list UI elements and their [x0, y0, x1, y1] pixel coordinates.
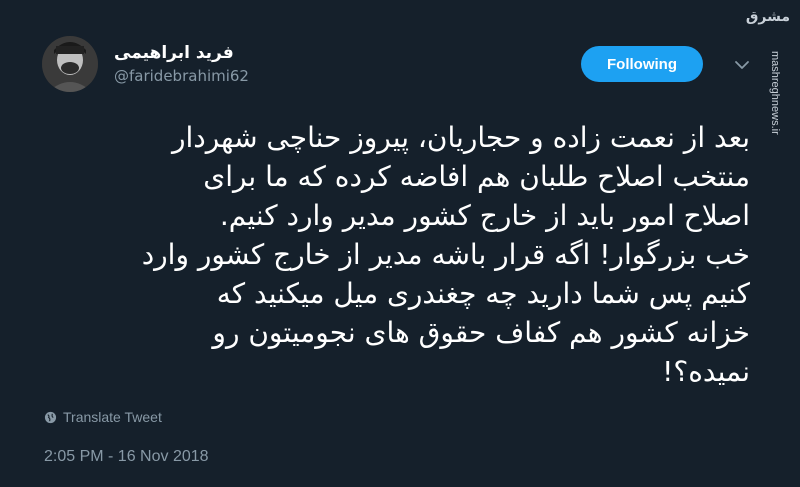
avatar-image [42, 36, 98, 92]
tweet-card: فرید ابراهیمی @faridebrahimi62 Following… [0, 0, 800, 487]
tweet-text-line: خزانه کشور هم کفاف حقوق های نجومیتون رو [212, 316, 750, 349]
translate-tweet-link[interactable]: Translate Tweet [44, 409, 162, 425]
chevron-down-icon[interactable] [734, 57, 750, 73]
tweet-text-line: اصلاح امور باید از خارج کشور مدیر وارد ک… [219, 199, 750, 232]
tweet-text-line: خب بزرگوار! اگه قرار باشه مدیر از خارج ک… [141, 238, 750, 271]
watermark-logo: مشرق [745, 9, 790, 25]
tweet-header: فرید ابراهیمی @faridebrahimi62 [42, 36, 249, 92]
avatar[interactable] [42, 36, 98, 92]
author-handle[interactable]: @faridebrahimi62 [114, 66, 249, 86]
author-names: فرید ابراهیمی @faridebrahimi62 [114, 42, 249, 86]
following-button[interactable]: Following [581, 46, 703, 82]
author-display-name[interactable]: فرید ابراهیمی [114, 42, 234, 64]
tweet-text-line: نمیده؟! [662, 355, 750, 388]
tweet-text: بعد از نعمت زاده و حجاریان، پیروز حناچی … [40, 118, 750, 391]
tweet-text-line: منتخب اصلاح طلبان هم افاضه کرده که ما بر… [203, 160, 750, 193]
watermark-site: mashreghnews.ir [769, 51, 781, 135]
watermark: مشرق mashreghnews.ir [745, 9, 792, 210]
tweet-text-line: کنیم پس شما دارید چه چغندری میل میکنید ک… [216, 277, 750, 310]
globe-icon [44, 411, 57, 423]
translate-tweet-label[interactable]: Translate Tweet [63, 409, 162, 425]
tweet-timestamp[interactable]: 2:05 PM - 16 Nov 2018 [44, 448, 209, 466]
tweet-text-line: بعد از نعمت زاده و حجاریان، پیروز حناچی … [171, 121, 750, 154]
